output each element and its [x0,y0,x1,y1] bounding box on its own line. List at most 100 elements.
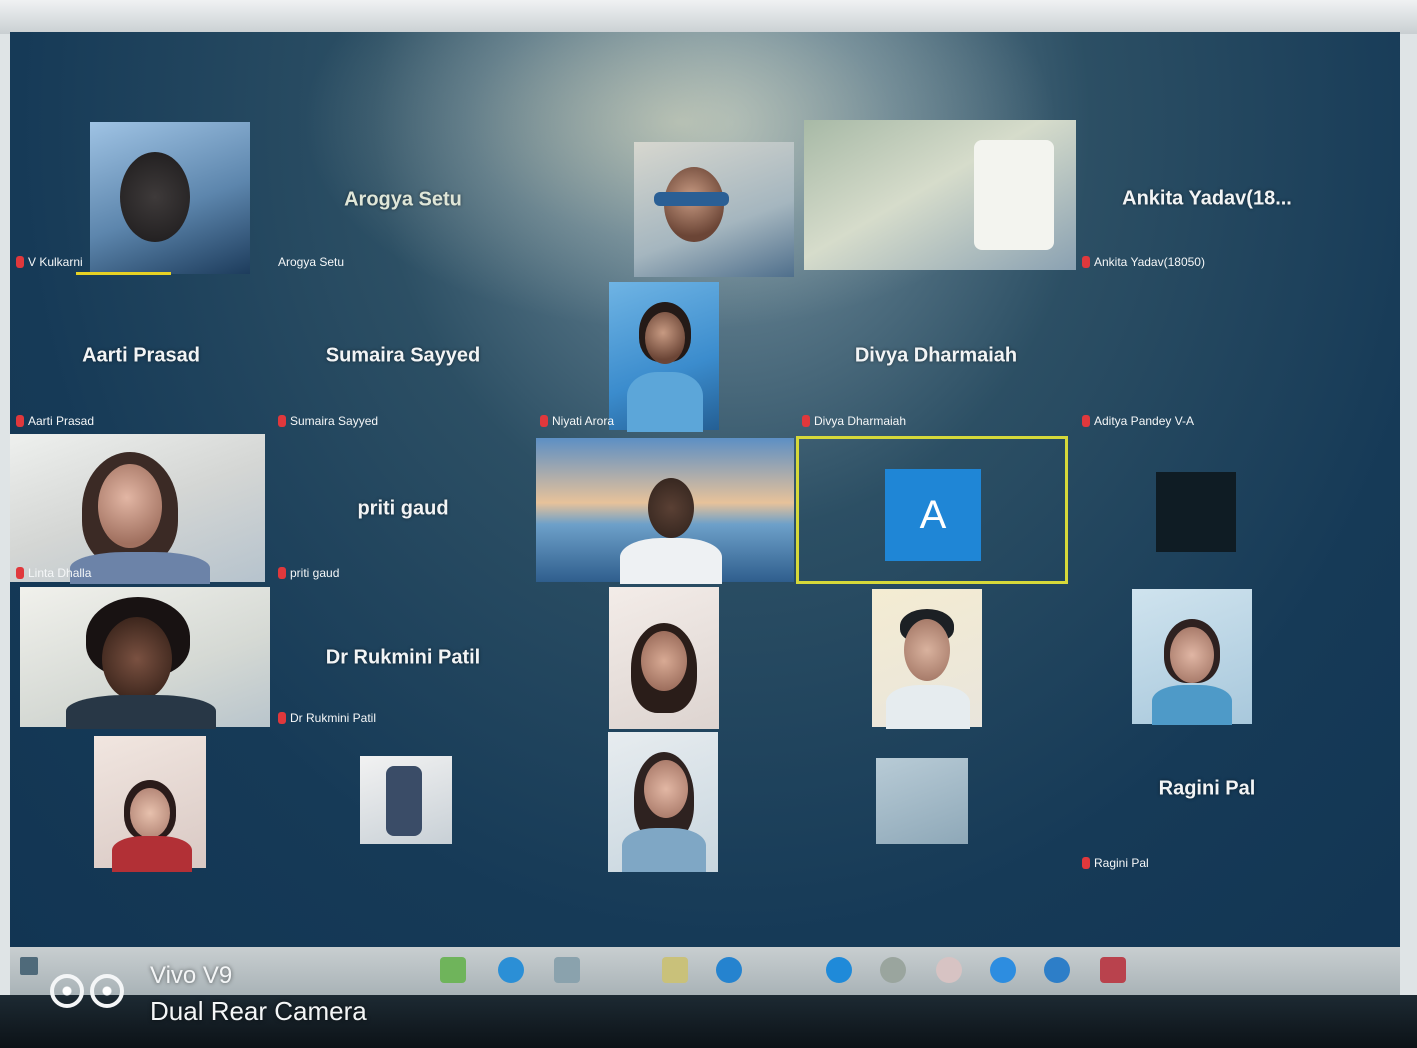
participant-body [1152,685,1232,725]
participant-body [620,538,722,584]
participant-video [608,732,718,872]
participant-tile[interactable] [1076,587,1338,729]
participant-body [886,685,970,729]
participant-silhouette [120,152,190,242]
participant-tile[interactable]: Ragini Pal Ragini Pal [1076,732,1338,874]
participant-profile-picture [876,758,968,844]
participant-tile[interactable] [10,587,272,729]
participant-name-label: V Kulkarni [16,255,83,269]
participant-tile[interactable]: Linta Dhalla [10,434,272,584]
participant-video [20,587,270,729]
muted-mic-icon [278,712,286,724]
participant-profile-picture [360,756,452,844]
participant-display-name: Sumaira Sayyed [325,344,481,367]
lens-icon [50,974,84,1008]
participant-name-label: Arogya Setu [278,255,345,269]
participant-name-label: Niyati Arora [540,414,614,428]
start-icon[interactable] [20,957,38,975]
participant-video [536,438,794,584]
avatar: A [885,469,981,561]
participant-name-label: Aditya Pandey V-A [1082,414,1194,428]
participant-tile[interactable]: Aditya Pandey V-A [1076,280,1338,432]
speaking-indicator-bar [76,272,171,275]
participant-tile[interactable] [1076,434,1338,584]
participant-face [130,788,170,838]
camera-model-text: Vivo V9 [150,962,233,989]
participant-video [1132,589,1252,725]
participant-tile[interactable] [534,587,796,729]
participant-video [609,282,719,432]
participant-tile[interactable] [534,434,796,584]
participant-tile[interactable]: Dr Rukmini Patil Dr Rukmini Patil [272,587,534,729]
participant-face [102,617,172,701]
chrome-icon[interactable] [826,957,852,983]
participant-tile[interactable]: Aarti Prasad Aarti Prasad [10,280,272,432]
participant-video [804,120,1076,270]
mail-icon[interactable] [716,957,742,983]
muted-mic-icon [1082,256,1090,268]
room-window-shape [974,140,1054,250]
muted-mic-icon [278,567,286,579]
participant-tile[interactable] [534,122,796,277]
participant-display-name: Ankita Yadav(18... [1122,187,1292,209]
participant-tile[interactable]: Ankita Yadav(18... Ankita Yadav(18050) [1076,120,1338,277]
participant-name-label: Linta Dhalla [16,566,91,580]
participant-video [94,736,206,872]
participant-tile[interactable] [272,732,534,874]
settings-icon[interactable] [1044,957,1070,983]
participant-video [634,142,794,277]
participant-tile[interactable]: Niyati Arora [534,280,796,432]
participant-tile[interactable]: Arogya Setu Arogya Setu [272,122,534,277]
participant-display-name: Divya Dharmaiah [854,344,1018,367]
participant-tile[interactable] [796,587,1076,729]
photos-icon[interactable] [880,957,906,983]
participant-body [66,695,216,729]
folder-icon[interactable] [662,957,688,983]
participant-tile[interactable]: V Kulkarni [10,122,272,277]
participant-display-name: priti gaud [357,497,449,520]
participant-display-name: Arogya Setu [344,188,462,210]
participant-tile[interactable] [534,732,796,874]
participant-name-label: Divya Dharmaiah [802,414,906,428]
camera-app-icon[interactable] [1100,957,1126,983]
participant-name-label: Ragini Pal [1082,856,1149,870]
participant-body [627,372,703,432]
participant-name-label: priti gaud [278,566,339,580]
participant-display-name: Dr Rukmini Patil [325,646,481,669]
monitor-top-bezel [0,0,1417,34]
participant-name-label: Dr Rukmini Patil [278,711,376,725]
video-meeting-gallery: V Kulkarni Arogya Setu Arogya Setu Ankit… [10,32,1400,947]
muted-mic-icon [16,415,24,427]
participant-tile[interactable]: Divya Dharmaiah Divya Dharmaiah [796,280,1076,432]
participant-face [1170,627,1214,683]
participant-tile[interactable]: Sumaira Sayyed Sumaira Sayyed [272,280,534,432]
participant-display-name: Aarti Prasad [82,344,200,367]
participant-video [609,587,719,729]
file-explorer-icon[interactable] [440,957,466,983]
participant-tile[interactable] [10,732,272,874]
participant-video [90,122,250,274]
participant-tile[interactable] [796,120,1076,277]
participant-profile-picture [1156,472,1236,552]
muted-mic-icon [540,415,548,427]
participant-video [872,589,982,729]
participant-display-name: Ragini Pal [1158,777,1256,800]
participant-face [98,464,162,548]
active-speaker-tile[interactable]: A [796,436,1068,584]
zoom-icon[interactable] [990,957,1016,983]
glasses-shape [654,192,729,206]
camera-caption-text: Dual Rear Camera [150,996,367,1026]
edge-browser-icon[interactable] [498,957,524,983]
store-icon[interactable] [554,957,580,983]
muted-mic-icon [802,415,810,427]
media-icon[interactable] [936,957,962,983]
participant-body [112,836,192,872]
muted-mic-icon [16,567,24,579]
participant-face [644,760,688,818]
participant-tile[interactable] [796,732,1076,874]
muted-mic-icon [278,415,286,427]
photo-of-monitor: V Kulkarni Arogya Setu Arogya Setu Ankit… [0,0,1417,1048]
participant-video [10,434,265,584]
participant-name-label: Sumaira Sayyed [278,414,378,428]
participant-tile[interactable]: priti gaud priti gaud [272,434,534,584]
